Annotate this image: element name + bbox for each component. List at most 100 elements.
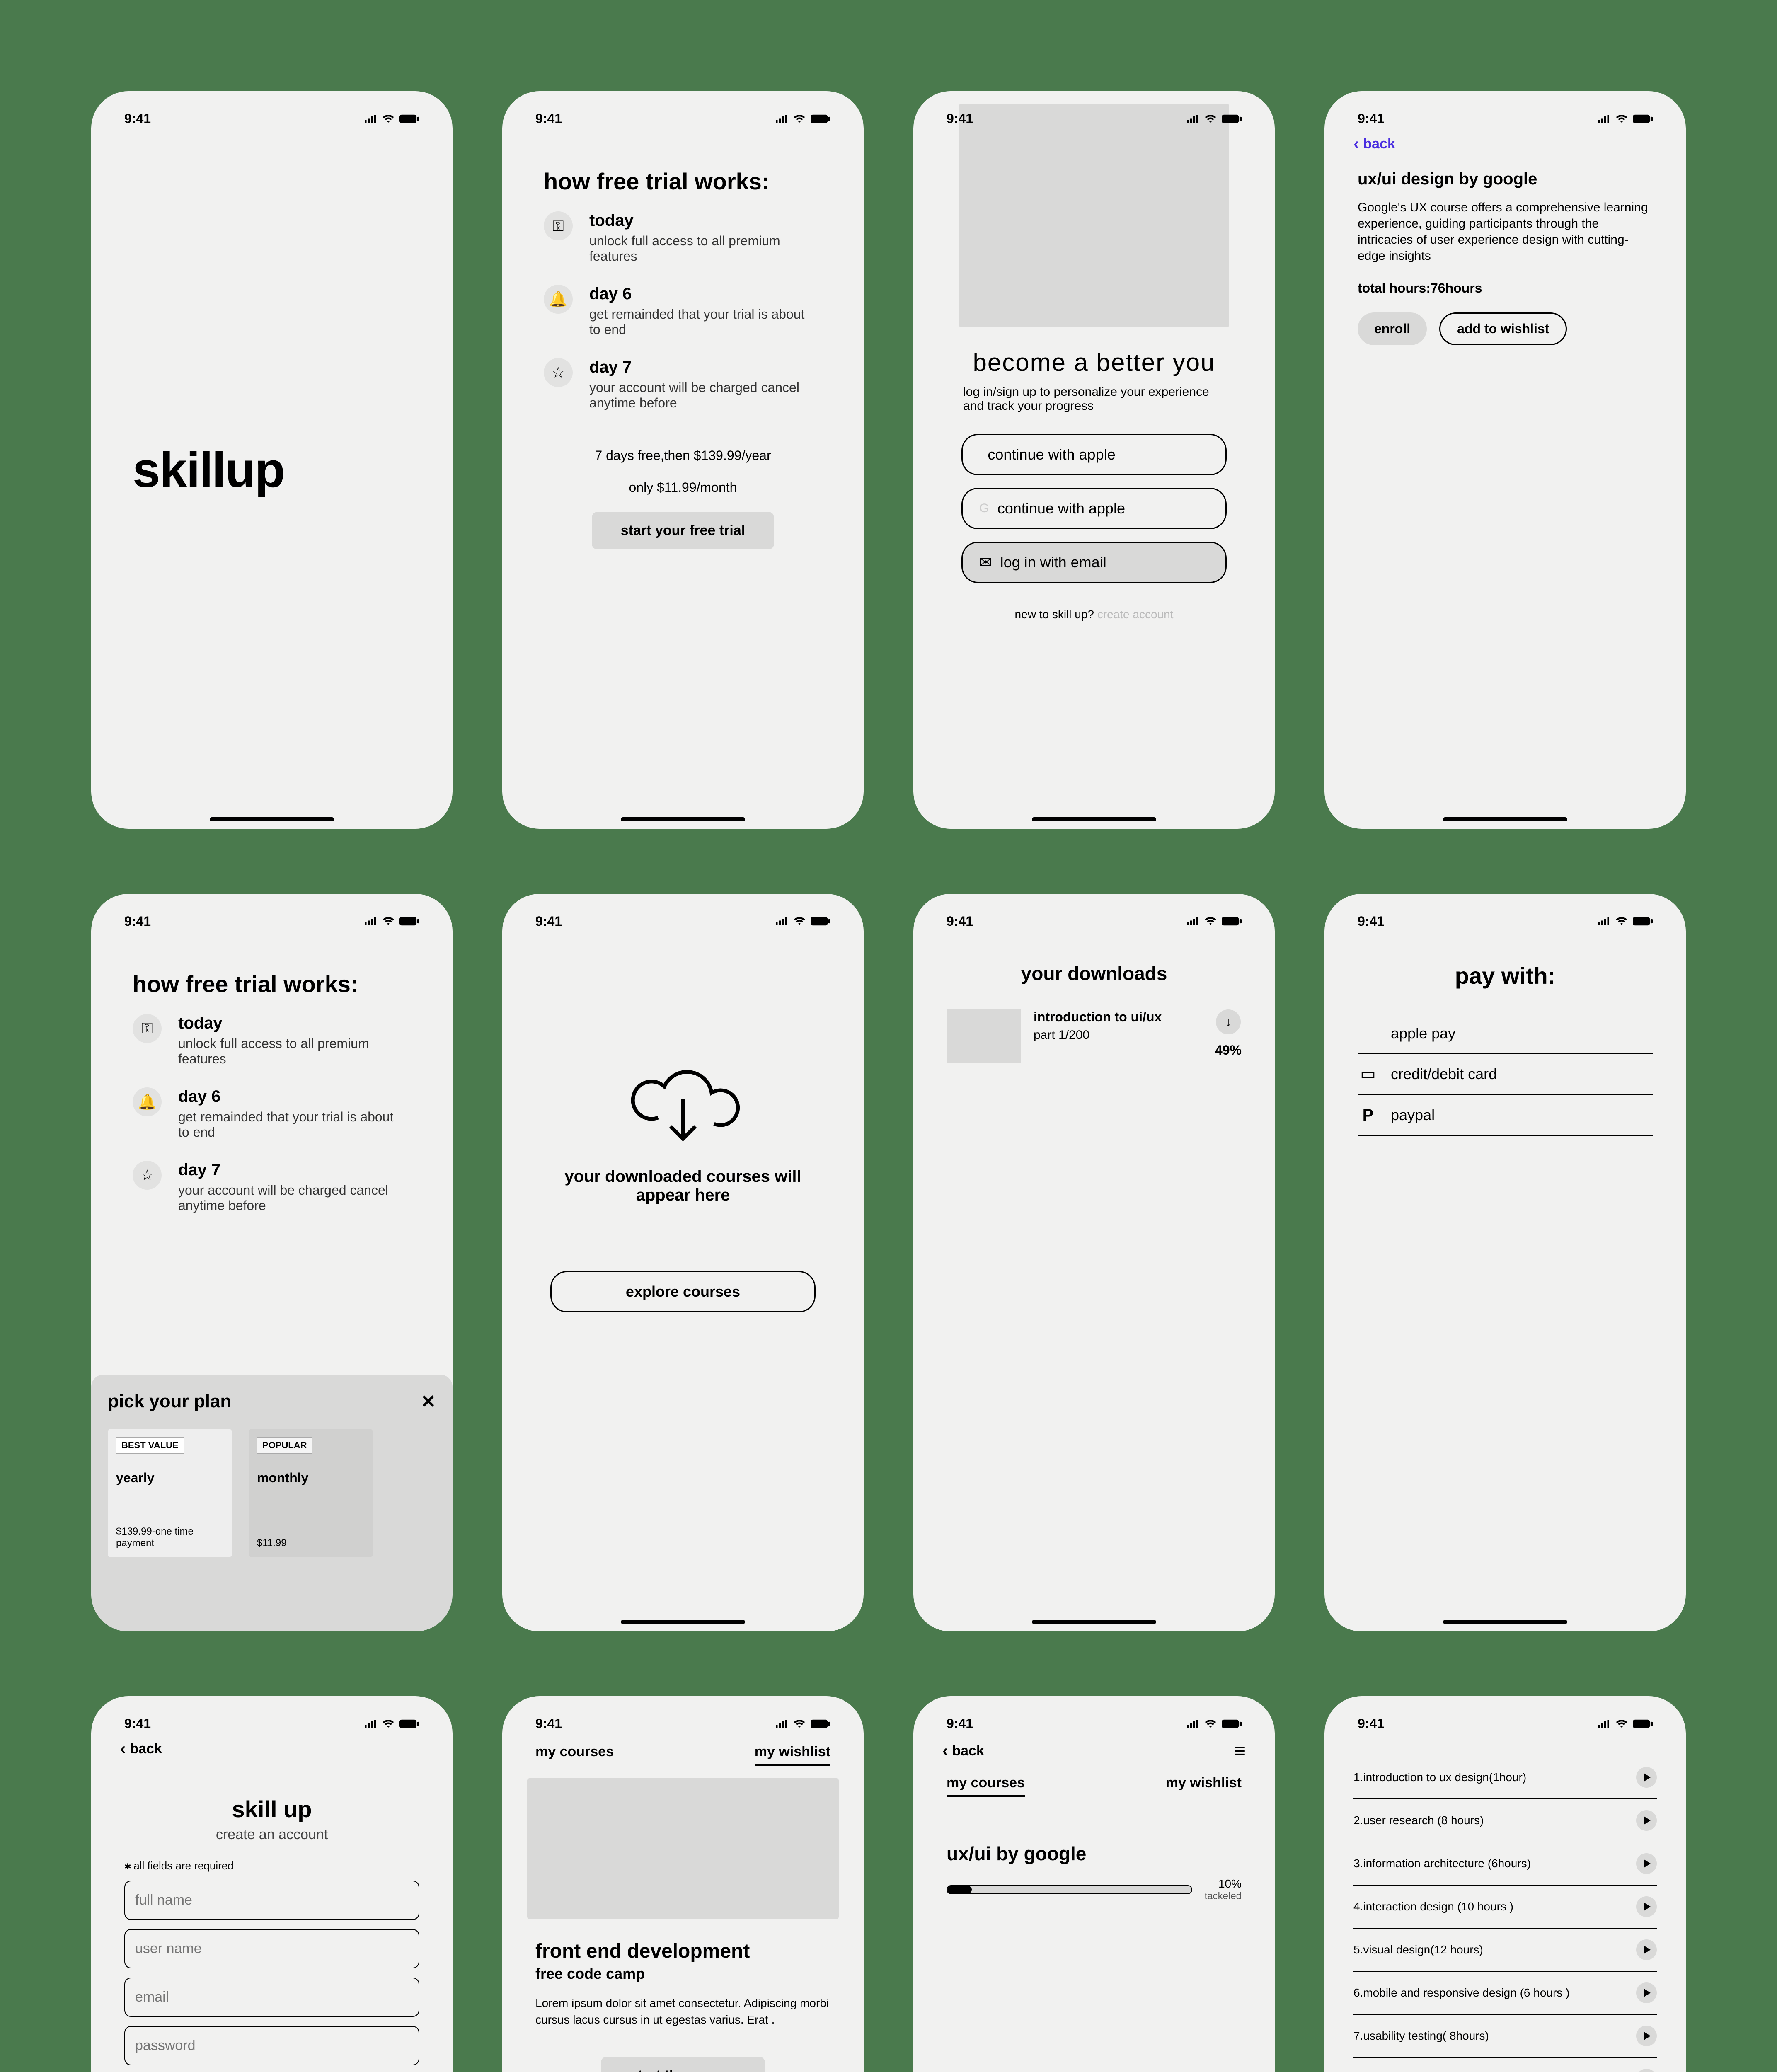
tab-my-courses[interactable]: my courses <box>535 1744 614 1766</box>
signal-icon <box>776 114 788 123</box>
wifi-icon <box>1615 1719 1628 1728</box>
pay-option-paypal[interactable]: P paypal <box>1358 1095 1653 1136</box>
plan-sheet: pick your plan ✕ BEST VALUE yearly $139.… <box>91 1375 453 1631</box>
plan-name: yearly <box>116 1470 224 1486</box>
email-label: log in with email <box>1000 554 1106 571</box>
play-icon[interactable] <box>1636 2069 1657 2072</box>
create-account-link[interactable]: create account <box>1097 608 1174 621</box>
auth-title: become a better you <box>938 348 1250 377</box>
close-icon[interactable]: ✕ <box>421 1391 436 1412</box>
step-desc: your account will be charged cancel anyt… <box>589 380 805 411</box>
battery-icon <box>399 1719 419 1728</box>
login-email-button[interactable]: ✉ log in with email <box>961 542 1226 583</box>
step-desc: unlock full access to all premium featur… <box>178 1036 394 1067</box>
status-bar: 9:41 <box>116 108 428 126</box>
trial-step-today: ⚿ today unlock full access to all premiu… <box>133 1014 411 1067</box>
tab-my-courses[interactable]: my courses <box>947 1775 1025 1797</box>
pay-label: credit/debit card <box>1391 1065 1497 1083</box>
password-input[interactable] <box>124 2026 419 2065</box>
play-icon[interactable] <box>1636 1939 1657 1960</box>
start-course-button[interactable]: start the course <box>601 2057 765 2072</box>
step-desc: get remainded that your trial is about t… <box>178 1109 394 1140</box>
star-icon: ☆ <box>133 1161 162 1190</box>
plan-badge: BEST VALUE <box>116 1437 184 1454</box>
status-bar: 9:41 <box>527 910 839 929</box>
bell-icon: 🔔 <box>133 1087 162 1116</box>
lesson-row[interactable]: 1.introduction to ux design(1hour) <box>1353 1756 1657 1799</box>
play-icon[interactable] <box>1636 1896 1657 1917</box>
status-bar: 9:41 <box>938 108 1250 126</box>
auth-subtitle: log in/sign up to personalize your exper… <box>963 385 1225 413</box>
pay-option-apple[interactable]: apple pay <box>1358 1014 1653 1054</box>
add-wishlist-button[interactable]: add to wishlist <box>1439 312 1567 345</box>
play-icon[interactable] <box>1636 1767 1657 1788</box>
back-button[interactable]: ‹ back <box>942 1742 984 1760</box>
lesson-row[interactable]: 4.interaction design (10 hours ) <box>1353 1886 1657 1929</box>
trial-heading: how free trial works: <box>544 168 839 195</box>
wifi-icon <box>382 114 395 123</box>
course-hours: total hours:76hours <box>1358 281 1653 296</box>
status-icons <box>776 917 830 926</box>
signal-icon <box>365 1719 377 1728</box>
status-time: 9:41 <box>1358 914 1384 929</box>
back-button[interactable]: ‹ back <box>120 1740 428 1758</box>
play-icon[interactable] <box>1636 1982 1657 2003</box>
continue-google-button[interactable]: G continue with apple <box>961 488 1226 529</box>
back-label: back <box>130 1741 162 1757</box>
key-icon: ⚿ <box>133 1014 162 1043</box>
status-time: 9:41 <box>947 914 973 929</box>
continue-apple-button[interactable]: continue with apple <box>961 434 1226 475</box>
start-trial-button[interactable]: start your free trial <box>592 512 774 549</box>
plan-price: $139.99-one time payment <box>116 1526 224 1549</box>
screen-downloads: 9:41 your downloads introduction to ui/u… <box>913 894 1275 1631</box>
download-item[interactable]: introduction to ui/ux part 1/200 ↓ 49% <box>947 1009 1242 1063</box>
course-title: ux/ui design by google <box>1358 170 1653 189</box>
back-button[interactable]: ‹ back <box>1353 135 1661 153</box>
play-icon[interactable] <box>1636 2026 1657 2046</box>
lesson-row[interactable]: 3.information architecture (6hours) <box>1353 1842 1657 1886</box>
menu-icon[interactable]: ≡ <box>1234 1740 1246 1762</box>
screen-wishlist: 9:41 my courses my wishlist front end de… <box>502 1696 864 2072</box>
lesson-row[interactable]: 7.usability testing( 8hours) <box>1353 2015 1657 2058</box>
signal-icon <box>1598 917 1610 926</box>
tab-my-wishlist[interactable]: my wishlist <box>755 1744 830 1766</box>
email-input[interactable] <box>124 1978 419 2017</box>
status-bar: 9:41 <box>938 1713 1250 1731</box>
status-bar: 9:41 <box>527 108 839 126</box>
battery-icon <box>1222 1719 1242 1728</box>
required-note: all fields are required <box>124 1859 419 1872</box>
lesson-row[interactable]: 2.user research (8 hours) <box>1353 1799 1657 1842</box>
step-title: day 6 <box>178 1087 394 1106</box>
plan-card-monthly[interactable]: POPULAR monthly $11.99 <box>249 1429 373 1557</box>
plan-card-yearly[interactable]: BEST VALUE yearly $139.99-one time payme… <box>108 1429 232 1557</box>
battery-icon <box>399 917 419 926</box>
status-time: 9:41 <box>535 1716 562 1731</box>
tab-my-wishlist[interactable]: my wishlist <box>1166 1775 1242 1797</box>
lesson-row[interactable]: 6.mobile and responsive design (6 hours … <box>1353 1972 1657 2015</box>
step-desc: your account will be charged cancel anyt… <box>178 1183 394 1213</box>
apple-label: continue with apple <box>988 446 1115 463</box>
wireframe-grid: 9:41 skillup 9:41 how free trial works: <box>0 0 1777 2072</box>
chevron-left-icon: ‹ <box>120 1740 126 1758</box>
trial-step-day6: 🔔 day 6 get remainded that your trial is… <box>544 285 822 337</box>
lesson-row[interactable]: 8.design systems and c (8 hours) <box>1353 2058 1657 2072</box>
paypal-icon: P <box>1358 1106 1378 1125</box>
battery-icon <box>1633 1719 1653 1728</box>
user-name-input[interactable] <box>124 1929 419 1968</box>
status-icons <box>1598 114 1653 123</box>
wifi-icon <box>382 1719 395 1728</box>
status-icons <box>1598 917 1653 926</box>
download-icon[interactable]: ↓ <box>1216 1009 1241 1034</box>
download-part: part 1/200 <box>1034 1028 1203 1042</box>
wishlist-course-body: Lorem ipsum dolor sit amet consectetur. … <box>535 1995 830 2027</box>
full-name-input[interactable] <box>124 1881 419 1920</box>
battery-icon <box>1222 917 1242 926</box>
lesson-row[interactable]: 5.visual design(12 hours) <box>1353 1929 1657 1972</box>
play-icon[interactable] <box>1636 1853 1657 1874</box>
play-icon[interactable] <box>1636 1810 1657 1831</box>
explore-courses-button[interactable]: explore courses <box>550 1271 815 1312</box>
lesson-label: 5.visual design(12 hours) <box>1353 1943 1483 1956</box>
pay-option-card[interactable]: ▭ credit/debit card <box>1358 1054 1653 1095</box>
enroll-button[interactable]: enroll <box>1358 312 1427 345</box>
lesson-label: 3.information architecture (6hours) <box>1353 1857 1531 1870</box>
